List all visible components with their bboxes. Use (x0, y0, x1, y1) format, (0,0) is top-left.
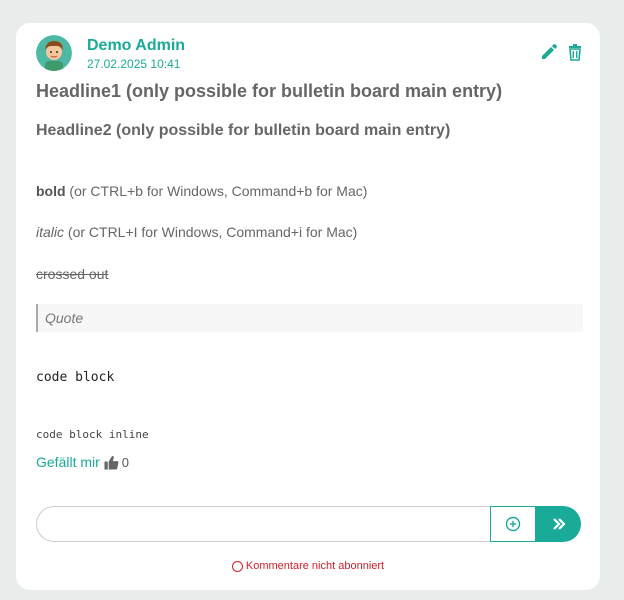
crossed-text: crossed out (36, 266, 109, 282)
italic-line: italic (or CTRL+I for Windows, Command+i… (36, 224, 357, 240)
headline-2: Headline2 (only possible for bulletin bo… (36, 122, 451, 139)
comment-form (36, 506, 581, 542)
pencil-icon[interactable] (540, 43, 558, 61)
post-date: 27.02.2025 10:41 (87, 57, 181, 71)
double-chevron-right-icon (552, 518, 566, 530)
comment-input[interactable] (36, 506, 490, 542)
bold-rest: (or CTRL+b for Windows, Command+b for Ma… (65, 183, 368, 199)
bulletin-post-card: Demo Admin 27.02.2025 10:41 Headline1 (o… (16, 23, 600, 590)
bold-line: bold (or CTRL+b for Windows, Command+b f… (36, 183, 367, 199)
quote-block: Quote (36, 304, 583, 332)
send-comment-button[interactable] (536, 506, 581, 542)
thumbs-up-icon[interactable] (104, 455, 119, 470)
avatar[interactable] (36, 35, 72, 71)
subscription-label: Kommentare nicht abonniert (245, 560, 385, 572)
crossed-line: crossed out (36, 266, 108, 282)
subscription-toggle[interactable]: Kommentare nicht abonniert (16, 560, 600, 572)
like-count: 0 (121, 454, 130, 470)
author-name[interactable]: Demo Admin (87, 37, 185, 55)
radio-circle-icon (231, 560, 243, 572)
code-block: code block (36, 370, 115, 385)
headline-1: Headline1 (only possible for bulletin bo… (36, 81, 503, 101)
add-attachment-button[interactable] (490, 506, 536, 542)
like-button[interactable]: Gefällt mir (36, 454, 100, 470)
like-row: Gefällt mir 0 (36, 454, 129, 470)
italic-text: italic (36, 224, 65, 240)
plus-circle-icon (505, 516, 521, 532)
bold-text: bold (36, 183, 66, 199)
code-inline: code block inline (36, 428, 149, 441)
italic-rest: (or CTRL+I for Windows, Command+i for Ma… (64, 224, 358, 240)
quote-text: Quote (45, 310, 84, 326)
trash-icon[interactable] (566, 43, 584, 61)
